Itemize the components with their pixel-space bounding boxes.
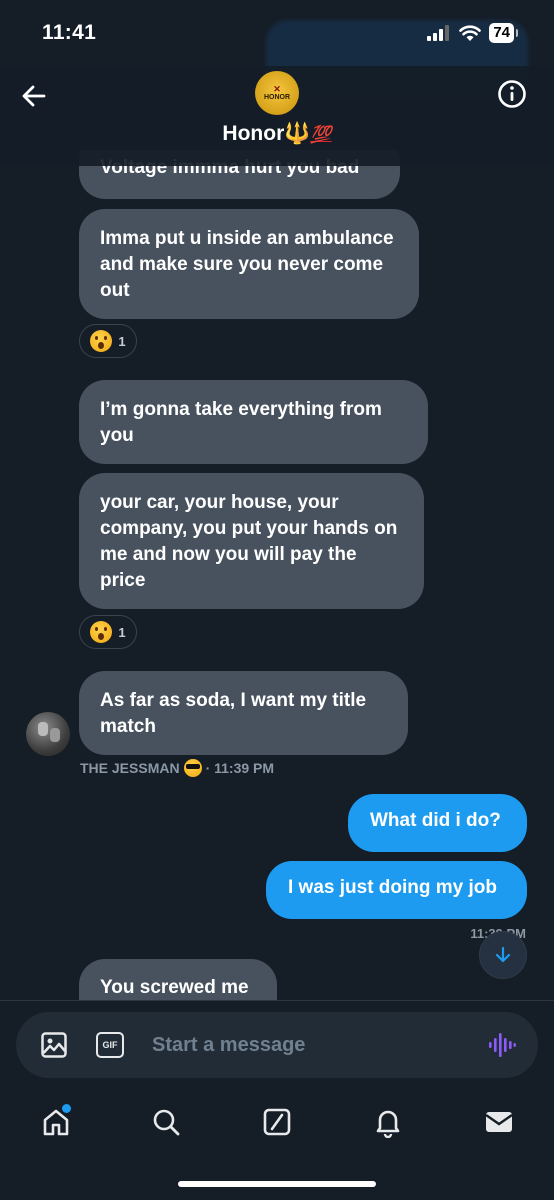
scroll-to-bottom-button[interactable] xyxy=(479,931,527,979)
message-input[interactable] xyxy=(152,1026,452,1064)
tab-home[interactable] xyxy=(36,1102,76,1142)
tab-notifications[interactable] xyxy=(368,1102,408,1142)
grok-icon xyxy=(263,1108,291,1136)
status-bar: 11:41 74 xyxy=(0,0,554,66)
message-text: I’m gonna take everything from you xyxy=(100,399,382,446)
message-bubble-received[interactable]: your car, your house, your company, you … xyxy=(79,473,424,609)
message-thread[interactable]: Voltage immma hurt you bad Imma put u in… xyxy=(0,150,554,1000)
tab-messages[interactable] xyxy=(479,1102,519,1142)
arrow-down-icon xyxy=(495,946,511,963)
cellular-signal-icon xyxy=(427,25,450,41)
message-bubble-received[interactable]: You screwed me xyxy=(79,959,277,1000)
hundred-emoji: 💯 xyxy=(310,125,332,144)
info-icon[interactable] xyxy=(496,78,528,110)
reaction-chip[interactable]: 1 xyxy=(79,324,137,358)
notifications-icon xyxy=(376,1110,400,1138)
notification-dot xyxy=(62,1104,71,1113)
message-text: Imma put u inside an ambulance and make … xyxy=(100,228,394,301)
wifi-icon xyxy=(459,24,482,41)
message-text: What did i do? xyxy=(370,810,501,831)
gif-icon[interactable]: GIF xyxy=(96,1032,124,1058)
message-bubble-sent[interactable]: I was just doing my job xyxy=(266,861,527,919)
search-icon xyxy=(153,1109,180,1136)
sender-name: THE JESSMAN xyxy=(80,760,180,776)
bottom-tab-bar xyxy=(0,1090,554,1160)
message-text: I was just doing my job xyxy=(288,877,498,898)
composer-area: GIF xyxy=(0,1000,554,1090)
voice-message-icon[interactable] xyxy=(488,1031,516,1059)
battery-indicator: 74 xyxy=(489,23,518,43)
conversation-title[interactable]: Honor🔱💯 xyxy=(0,122,554,146)
message-composer: GIF xyxy=(16,1012,538,1078)
group-avatar[interactable]: ✕ HONOR xyxy=(255,71,299,115)
status-icons: 74 xyxy=(427,23,518,43)
message-bubble-received[interactable]: Imma put u inside an ambulance and make … xyxy=(79,209,419,319)
reaction-chip[interactable]: 1 xyxy=(79,615,137,649)
home-indicator xyxy=(178,1181,376,1187)
message-bubble-received[interactable]: As far as soda, I want my title match xyxy=(79,671,408,755)
reaction-count: 1 xyxy=(118,333,126,349)
sender-timestamp: · 11:39 PM xyxy=(205,760,275,776)
avatar-logo-text: HONOR xyxy=(263,93,291,101)
message-bubble-received[interactable]: I’m gonna take everything from you xyxy=(79,380,428,464)
status-time: 11:41 xyxy=(42,21,97,44)
message-bubble-sent[interactable]: What did i do? xyxy=(348,794,527,852)
avatar-logo-mark: ✕ xyxy=(273,83,281,94)
message-text: your car, your house, your company, you … xyxy=(100,492,398,591)
message-text: You screwed me xyxy=(100,977,249,998)
conversation-header: ✕ HONOR Honor🔱💯 xyxy=(0,66,554,166)
group-name-text: Honor xyxy=(222,122,285,145)
tab-grok[interactable] xyxy=(257,1102,297,1142)
sunglasses-emoji-icon xyxy=(183,759,202,777)
reaction-count: 1 xyxy=(118,624,126,640)
back-arrow-icon[interactable] xyxy=(18,80,50,112)
tab-search[interactable] xyxy=(146,1102,186,1142)
surprised-emoji-icon xyxy=(90,330,113,352)
messages-icon xyxy=(485,1112,513,1132)
gif-label: GIF xyxy=(102,1040,118,1050)
sender-info: THE JESSMAN · 11:39 PM xyxy=(80,759,274,777)
message-text: As far as soda, I want my title match xyxy=(100,690,367,737)
surprised-emoji-icon xyxy=(90,621,113,643)
sender-avatar[interactable] xyxy=(26,712,70,756)
image-icon[interactable] xyxy=(40,1031,68,1059)
trident-emoji: 🔱 xyxy=(284,122,311,145)
